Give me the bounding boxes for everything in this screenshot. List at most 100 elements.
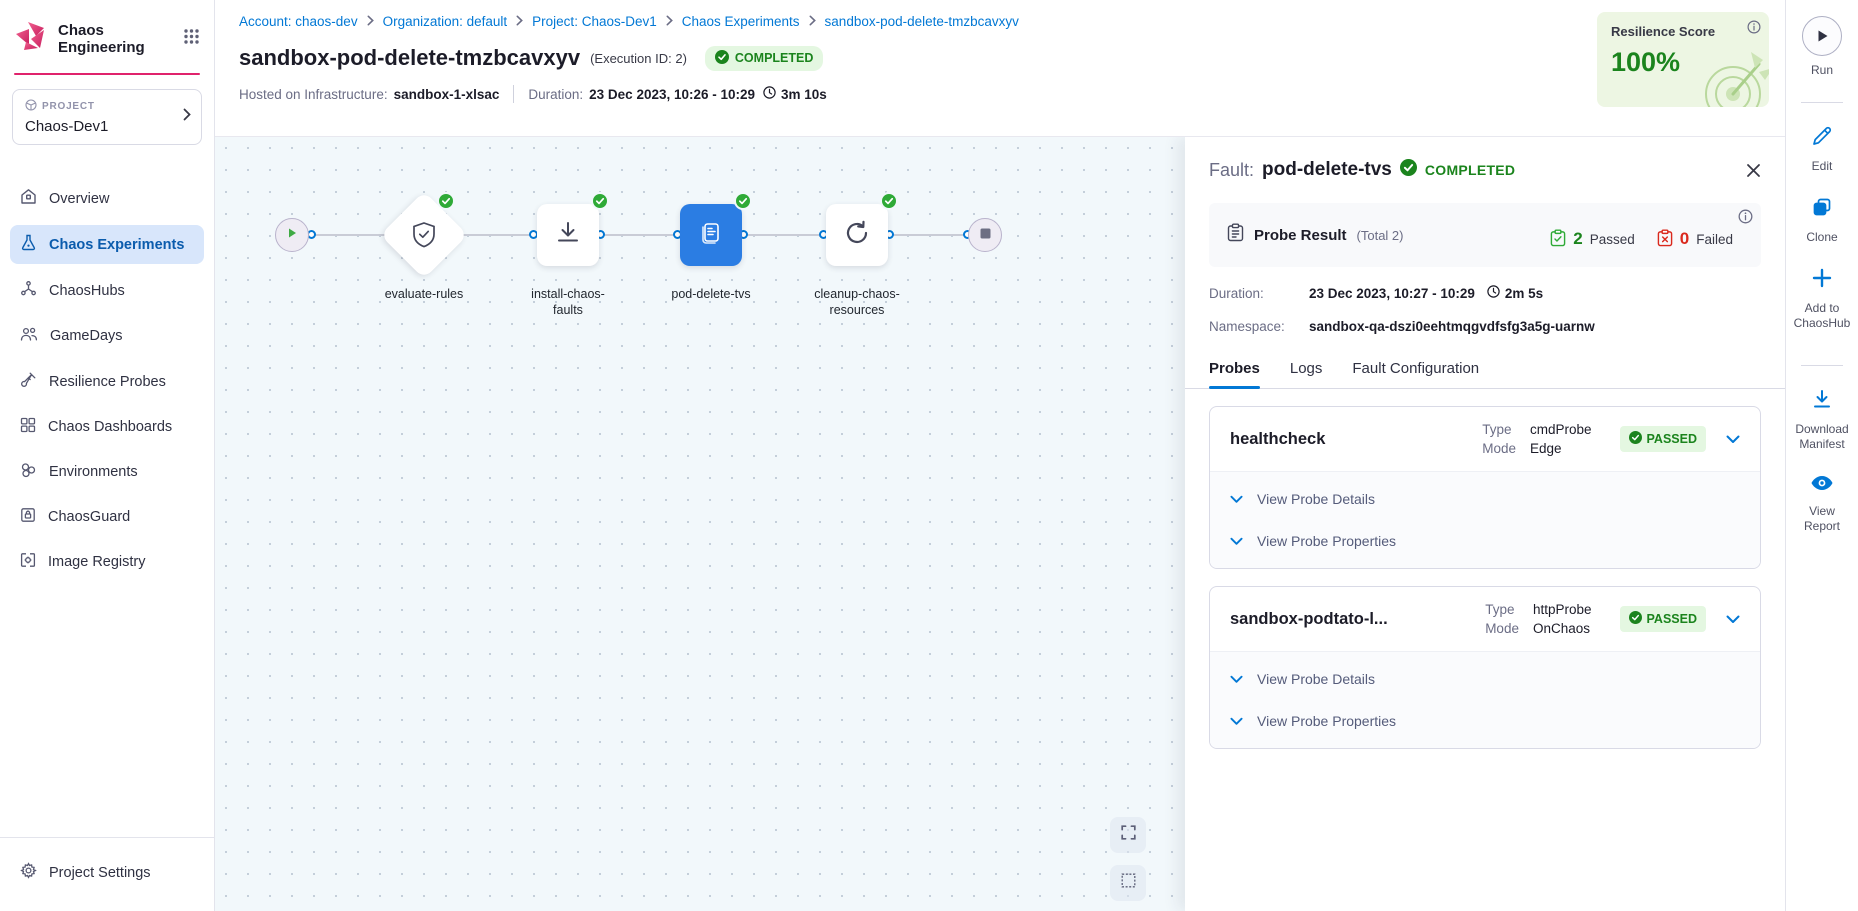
sidebar-item-gamedays[interactable]: GameDays: [10, 317, 204, 355]
clock-icon: [763, 86, 776, 102]
breadcrumb-current[interactable]: sandbox-pod-delete-tmzbcavxyv: [825, 14, 1019, 29]
failed-count: 0: [1680, 229, 1689, 249]
passed-label: Passed: [1590, 232, 1635, 247]
page-title: sandbox-pod-delete-tmzbcavxyv: [239, 45, 580, 71]
chevron-down-icon[interactable]: [1726, 435, 1740, 444]
success-badge-icon: [880, 192, 898, 210]
gear-icon: [20, 862, 37, 883]
node-label: evaluate-rules: [376, 287, 472, 303]
sidebar-footer-divider: [0, 837, 214, 838]
probe-type-label: Type: [1485, 602, 1519, 617]
breadcrumb-project[interactable]: Project: Chaos-Dev1: [532, 14, 657, 29]
view-report-button[interactable]: View Report: [1790, 474, 1854, 534]
probe-mode-value: Edge: [1530, 441, 1592, 456]
probe-mode-label: Mode: [1482, 441, 1516, 456]
add-to-chaoshub-button[interactable]: Add to ChaosHub: [1790, 267, 1854, 331]
breadcrumb-chaos-experiments[interactable]: Chaos Experiments: [682, 14, 800, 29]
check-circle-icon: [1629, 431, 1642, 447]
fault-duration-row: Duration: 23 Dec 2023, 10:27 - 10:29 2m …: [1209, 285, 1761, 301]
sidebar-item-project-settings[interactable]: Project Settings: [0, 852, 214, 911]
view-probe-properties-label: View Probe Properties: [1257, 713, 1396, 729]
sidebar-item-label: GameDays: [50, 328, 123, 344]
sidebar-item-chaos-dashboards[interactable]: Chaos Dashboards: [10, 408, 204, 446]
chevron-down-icon: [1230, 491, 1243, 507]
duration-label: Duration:: [528, 87, 583, 102]
run-button[interactable]: Run: [1802, 16, 1842, 78]
clone-button[interactable]: Clone: [1806, 196, 1837, 245]
sidebar-item-chaos-experiments[interactable]: Chaos Experiments: [10, 225, 204, 264]
success-badge-icon: [591, 192, 609, 210]
status-badge: COMPLETED: [705, 46, 823, 71]
sidebar-item-chaosguard[interactable]: ChaosGuard: [10, 498, 204, 536]
sidebar: Chaos Engineering PROJE: [0, 0, 215, 911]
view-probe-details-link[interactable]: View Probe Details: [1210, 478, 1760, 520]
chevron-right-icon: [183, 108, 191, 126]
project-cube-icon: [25, 99, 37, 114]
download-manifest-button[interactable]: Download Manifest: [1790, 388, 1854, 452]
probe-card-healthcheck: healthcheck Type cmdProbe Mode Edge PASS…: [1209, 406, 1761, 569]
fault-details-panel: Fault: pod-delete-tvs COMPLETED Probe Re…: [1185, 137, 1785, 911]
sidebar-item-chaoshubs[interactable]: ChaosHubs: [10, 271, 204, 310]
tab-fault-configuration[interactable]: Fault Configuration: [1352, 360, 1479, 388]
pipeline-node-evaluate-rules[interactable]: [380, 191, 468, 279]
probe-card-header: healthcheck Type cmdProbe Mode Edge PASS…: [1210, 407, 1760, 471]
sidebar-item-label: Overview: [49, 191, 109, 207]
chevron-right-icon: [516, 14, 523, 29]
sidebar-item-label: Environments: [49, 464, 138, 480]
probe-card-sandbox-podtato: sandbox-podtato-l... Type httpProbe Mode…: [1209, 586, 1761, 749]
sidebar-footer: Project Settings: [0, 837, 214, 911]
duration-elapsed-value: 3m 10s: [781, 87, 827, 102]
pipeline-node-cleanup-chaos-resources[interactable]: [826, 204, 888, 266]
success-badge-icon: [734, 192, 752, 210]
breadcrumb-account[interactable]: Account: chaos-dev: [239, 14, 358, 29]
flask-icon: [20, 234, 37, 255]
dashboard-icon: [20, 417, 36, 437]
sidebar-item-image-registry[interactable]: Image Registry: [10, 543, 204, 581]
probe-status-badge: PASSED: [1620, 426, 1706, 452]
sidebar-item-resilience-probes[interactable]: Resilience Probes: [10, 362, 204, 401]
check-circle-icon: [1400, 159, 1417, 181]
chevron-down-icon[interactable]: [1726, 615, 1740, 624]
tab-logs[interactable]: Logs: [1290, 360, 1323, 388]
sidebar-item-overview[interactable]: Overview: [10, 179, 204, 218]
failed-stat: 0 Failed: [1657, 229, 1733, 250]
home-icon: [20, 188, 37, 209]
probe-mode-value: OnChaos: [1533, 621, 1592, 636]
page-header: Account: chaos-dev Organization: default…: [215, 0, 1785, 137]
sidebar-item-environments[interactable]: Environments: [10, 453, 204, 491]
pipeline-node-install-chaos-faults[interactable]: [537, 204, 599, 266]
info-icon[interactable]: [1747, 20, 1761, 39]
pipeline-node-pod-delete-tvs[interactable]: [680, 204, 742, 266]
probe-status-badge: PASSED: [1620, 606, 1706, 632]
info-icon[interactable]: [1738, 209, 1753, 229]
project-selector[interactable]: PROJECT Chaos-Dev1: [12, 89, 202, 145]
pipeline-canvas[interactable]: evaluate-rules install-chaos-faults pod-…: [215, 137, 1785, 911]
fullscreen-button[interactable]: [1110, 817, 1146, 853]
fault-namespace-label: Namespace:: [1209, 319, 1309, 334]
chevron-right-icon: [809, 14, 816, 29]
clipboard-check-icon: [1550, 229, 1566, 250]
edit-button[interactable]: Edit: [1811, 125, 1833, 174]
probe-card-header: sandbox-podtato-l... Type httpProbe Mode…: [1210, 587, 1760, 651]
selection-mode-button[interactable]: [1110, 865, 1146, 901]
view-probe-properties-link[interactable]: View Probe Properties: [1210, 700, 1760, 742]
fault-header: Fault: pod-delete-tvs COMPLETED: [1209, 159, 1761, 181]
close-icon[interactable]: [1746, 163, 1761, 178]
fault-namespace-value: sandbox-qa-dszi0eehtmqgvdfsfg3a5g-uarnw: [1309, 319, 1595, 334]
pipeline-start-node[interactable]: [275, 218, 309, 252]
project-label-row: PROJECT: [25, 99, 189, 114]
probe-status-label: PASSED: [1647, 432, 1697, 446]
view-probe-properties-link[interactable]: View Probe Properties: [1210, 520, 1760, 562]
pipeline-end-node[interactable]: [968, 218, 1002, 252]
app-grid-icon[interactable]: [183, 28, 200, 50]
edit-label: Edit: [1812, 159, 1833, 174]
view-probe-details-link[interactable]: View Probe Details: [1210, 658, 1760, 700]
fault-duration-text: 23 Dec 2023, 10:27 - 10:29: [1309, 286, 1475, 301]
view-probe-details-label: View Probe Details: [1257, 491, 1375, 507]
execution-id: (Execution ID: 2): [590, 51, 687, 66]
passed-stat: 2 Passed: [1550, 229, 1635, 250]
duration-elapsed: 3m 10s: [763, 86, 827, 102]
tab-probes[interactable]: Probes: [1209, 360, 1260, 388]
hosted-label: Hosted on Infrastructure:: [239, 87, 388, 102]
breadcrumb-organization[interactable]: Organization: default: [383, 14, 508, 29]
